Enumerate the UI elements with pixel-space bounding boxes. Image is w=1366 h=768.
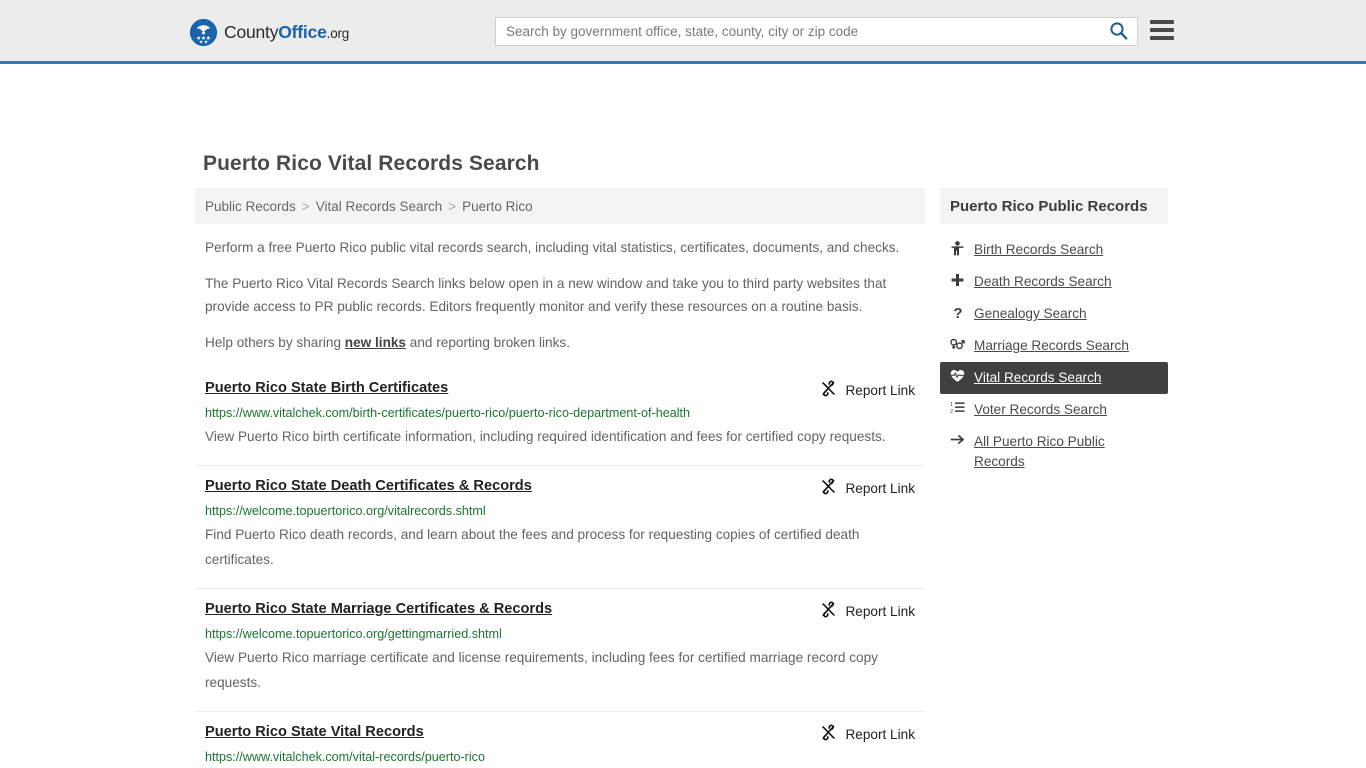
report-link-button[interactable]: Report Link xyxy=(820,601,915,621)
result-list: Puerto Rico State Birth Certificates Rep… xyxy=(195,368,925,768)
result-url[interactable]: https://welcome.topuertorico.org/getting… xyxy=(205,626,915,643)
sidebar-item-death-records-search[interactable]: Death Records Search xyxy=(940,266,1168,298)
report-link-button[interactable]: Report Link xyxy=(820,478,915,498)
sidebar-list-item: All Puerto Rico Public Records xyxy=(940,426,1168,478)
sidebar-item-label: All Puerto Rico Public Records xyxy=(974,434,1105,469)
breadcrumb: Public Records > Vital Records Search > … xyxy=(195,188,925,224)
sidebar-title: Puerto Rico Public Records xyxy=(940,188,1168,224)
report-link-label: Report Link xyxy=(845,726,915,742)
gender-symbols-icon xyxy=(950,337,965,351)
result-title-link[interactable]: Puerto Rico State Marriage Certificates … xyxy=(205,600,552,619)
sidebar-list-item: Vital Records Search xyxy=(940,362,1168,394)
main-content: Public Records > Vital Records Search > … xyxy=(195,188,925,768)
site-logo-text: CountyOffice.org xyxy=(224,22,349,43)
broken-link-icon xyxy=(820,601,837,621)
intro-text-after: and reporting broken links. xyxy=(406,335,570,350)
result-url[interactable]: https://www.vitalchek.com/vital-records/… xyxy=(205,749,915,766)
site-logo[interactable]: CountyOffice.org xyxy=(190,19,349,46)
site-header: CountyOffice.org xyxy=(0,0,1366,64)
sidebar-item-birth-records-search[interactable]: Birth Records Search xyxy=(940,234,1168,266)
search-input[interactable] xyxy=(496,18,1099,45)
report-link-label: Report Link xyxy=(845,603,915,619)
breadcrumb-separator: > xyxy=(301,198,310,214)
sidebar-item-label: Birth Records Search xyxy=(974,242,1104,257)
logo-text-part2: Office xyxy=(278,22,327,42)
sidebar-item-marriage-records-search[interactable]: Marriage Records Search xyxy=(940,330,1168,362)
broken-link-icon xyxy=(820,478,837,498)
intro-paragraph-2: The Puerto Rico Vital Records Search lin… xyxy=(205,276,887,314)
svg-text:?: ? xyxy=(953,305,962,320)
result-header: Puerto Rico State Birth Certificates Rep… xyxy=(205,379,915,400)
result-title-link[interactable]: Puerto Rico State Death Certificates & R… xyxy=(205,477,532,496)
report-link-label: Report Link xyxy=(845,480,915,496)
result-item: Puerto Rico State Marriage Certificates … xyxy=(195,589,925,712)
broken-link-icon xyxy=(820,724,837,744)
search-button[interactable] xyxy=(1099,18,1137,45)
breadcrumb-item-puerto-rico: Puerto Rico xyxy=(462,198,533,214)
result-header: Puerto Rico State Vital Records Report L… xyxy=(205,723,915,744)
hamburger-bar xyxy=(1150,20,1174,24)
breadcrumb-item-public-records[interactable]: Public Records xyxy=(205,199,296,214)
new-links-link[interactable]: new links xyxy=(345,335,406,350)
sidebar-list-item: Marriage Records Search xyxy=(940,330,1168,362)
sidebar-item-label: Marriage Records Search xyxy=(974,338,1129,353)
sidebar: Puerto Rico Public Records Birth Records… xyxy=(940,188,1168,478)
hamburger-bar xyxy=(1150,28,1174,32)
hamburger-menu-icon[interactable] xyxy=(1150,20,1174,40)
sidebar-list-item: ? Genealogy Search xyxy=(940,298,1168,330)
sidebar-item-all-public-records[interactable]: All Puerto Rico Public Records xyxy=(940,426,1168,478)
result-item: Puerto Rico State Vital Records Report L… xyxy=(195,712,925,768)
sidebar-item-label: Vital Records Search xyxy=(974,370,1102,385)
breadcrumb-item-vital-records-search[interactable]: Vital Records Search xyxy=(316,199,443,214)
intro-text-before: Help others by sharing xyxy=(205,335,345,350)
result-description: View Puerto Rico marriage certificate an… xyxy=(205,650,878,690)
result-item: Puerto Rico State Birth Certificates Rep… xyxy=(195,368,925,466)
broken-link-icon xyxy=(820,380,837,400)
svg-text:1: 1 xyxy=(950,402,953,408)
page-title: Puerto Rico Vital Records Search xyxy=(203,152,540,175)
search-icon xyxy=(1109,21,1128,43)
sidebar-item-voter-records-search[interactable]: 1 2 Voter Records Search xyxy=(940,394,1168,426)
report-link-button[interactable]: Report Link xyxy=(820,724,915,744)
breadcrumb-separator: > xyxy=(448,198,457,214)
sidebar-list: Birth Records Search Death Records Searc… xyxy=(940,234,1168,478)
sidebar-list-item: Death Records Search xyxy=(940,266,1168,298)
cross-icon xyxy=(950,273,965,287)
result-title-link[interactable]: Puerto Rico State Birth Certificates xyxy=(205,379,448,398)
hamburger-bar xyxy=(1150,36,1174,40)
logo-text-part3: .org xyxy=(326,26,350,41)
report-link-label: Report Link xyxy=(845,382,915,398)
sidebar-item-label: Voter Records Search xyxy=(974,402,1107,417)
arrow-right-icon xyxy=(950,433,965,446)
heartbeat-icon xyxy=(950,369,965,383)
sidebar-item-label: Death Records Search xyxy=(974,274,1112,289)
eagle-seal-icon xyxy=(190,19,217,46)
intro-paragraph-1: Perform a free Puerto Rico public vital … xyxy=(205,240,900,255)
baby-icon xyxy=(950,241,965,256)
sidebar-item-label: Genealogy Search xyxy=(974,306,1087,321)
ordered-list-icon: 1 2 xyxy=(950,401,965,414)
result-url[interactable]: https://welcome.topuertorico.org/vitalre… xyxy=(205,503,915,520)
sidebar-list-item: 1 2 Voter Records Search xyxy=(940,394,1168,426)
result-title-link[interactable]: Puerto Rico State Vital Records xyxy=(205,723,424,742)
report-link-button[interactable]: Report Link xyxy=(820,380,915,400)
sidebar-item-vital-records-search[interactable]: Vital Records Search xyxy=(940,362,1168,394)
search-bar[interactable] xyxy=(495,17,1138,46)
result-header: Puerto Rico State Marriage Certificates … xyxy=(205,600,915,621)
question-icon: ? xyxy=(950,305,965,320)
sidebar-list-item: Birth Records Search xyxy=(940,234,1168,266)
result-header: Puerto Rico State Death Certificates & R… xyxy=(205,477,915,498)
svg-text:2: 2 xyxy=(950,409,953,414)
result-item: Puerto Rico State Death Certificates & R… xyxy=(195,466,925,589)
logo-text-part1: County xyxy=(224,22,279,42)
result-description: Find Puerto Rico death records, and lear… xyxy=(205,527,860,567)
result-description: View Puerto Rico birth certificate infor… xyxy=(205,429,886,444)
sidebar-item-genealogy-search[interactable]: ? Genealogy Search xyxy=(940,298,1168,330)
intro-paragraph-3: Help others by sharing new links and rep… xyxy=(195,331,925,354)
result-url[interactable]: https://www.vitalchek.com/birth-certific… xyxy=(205,405,915,422)
